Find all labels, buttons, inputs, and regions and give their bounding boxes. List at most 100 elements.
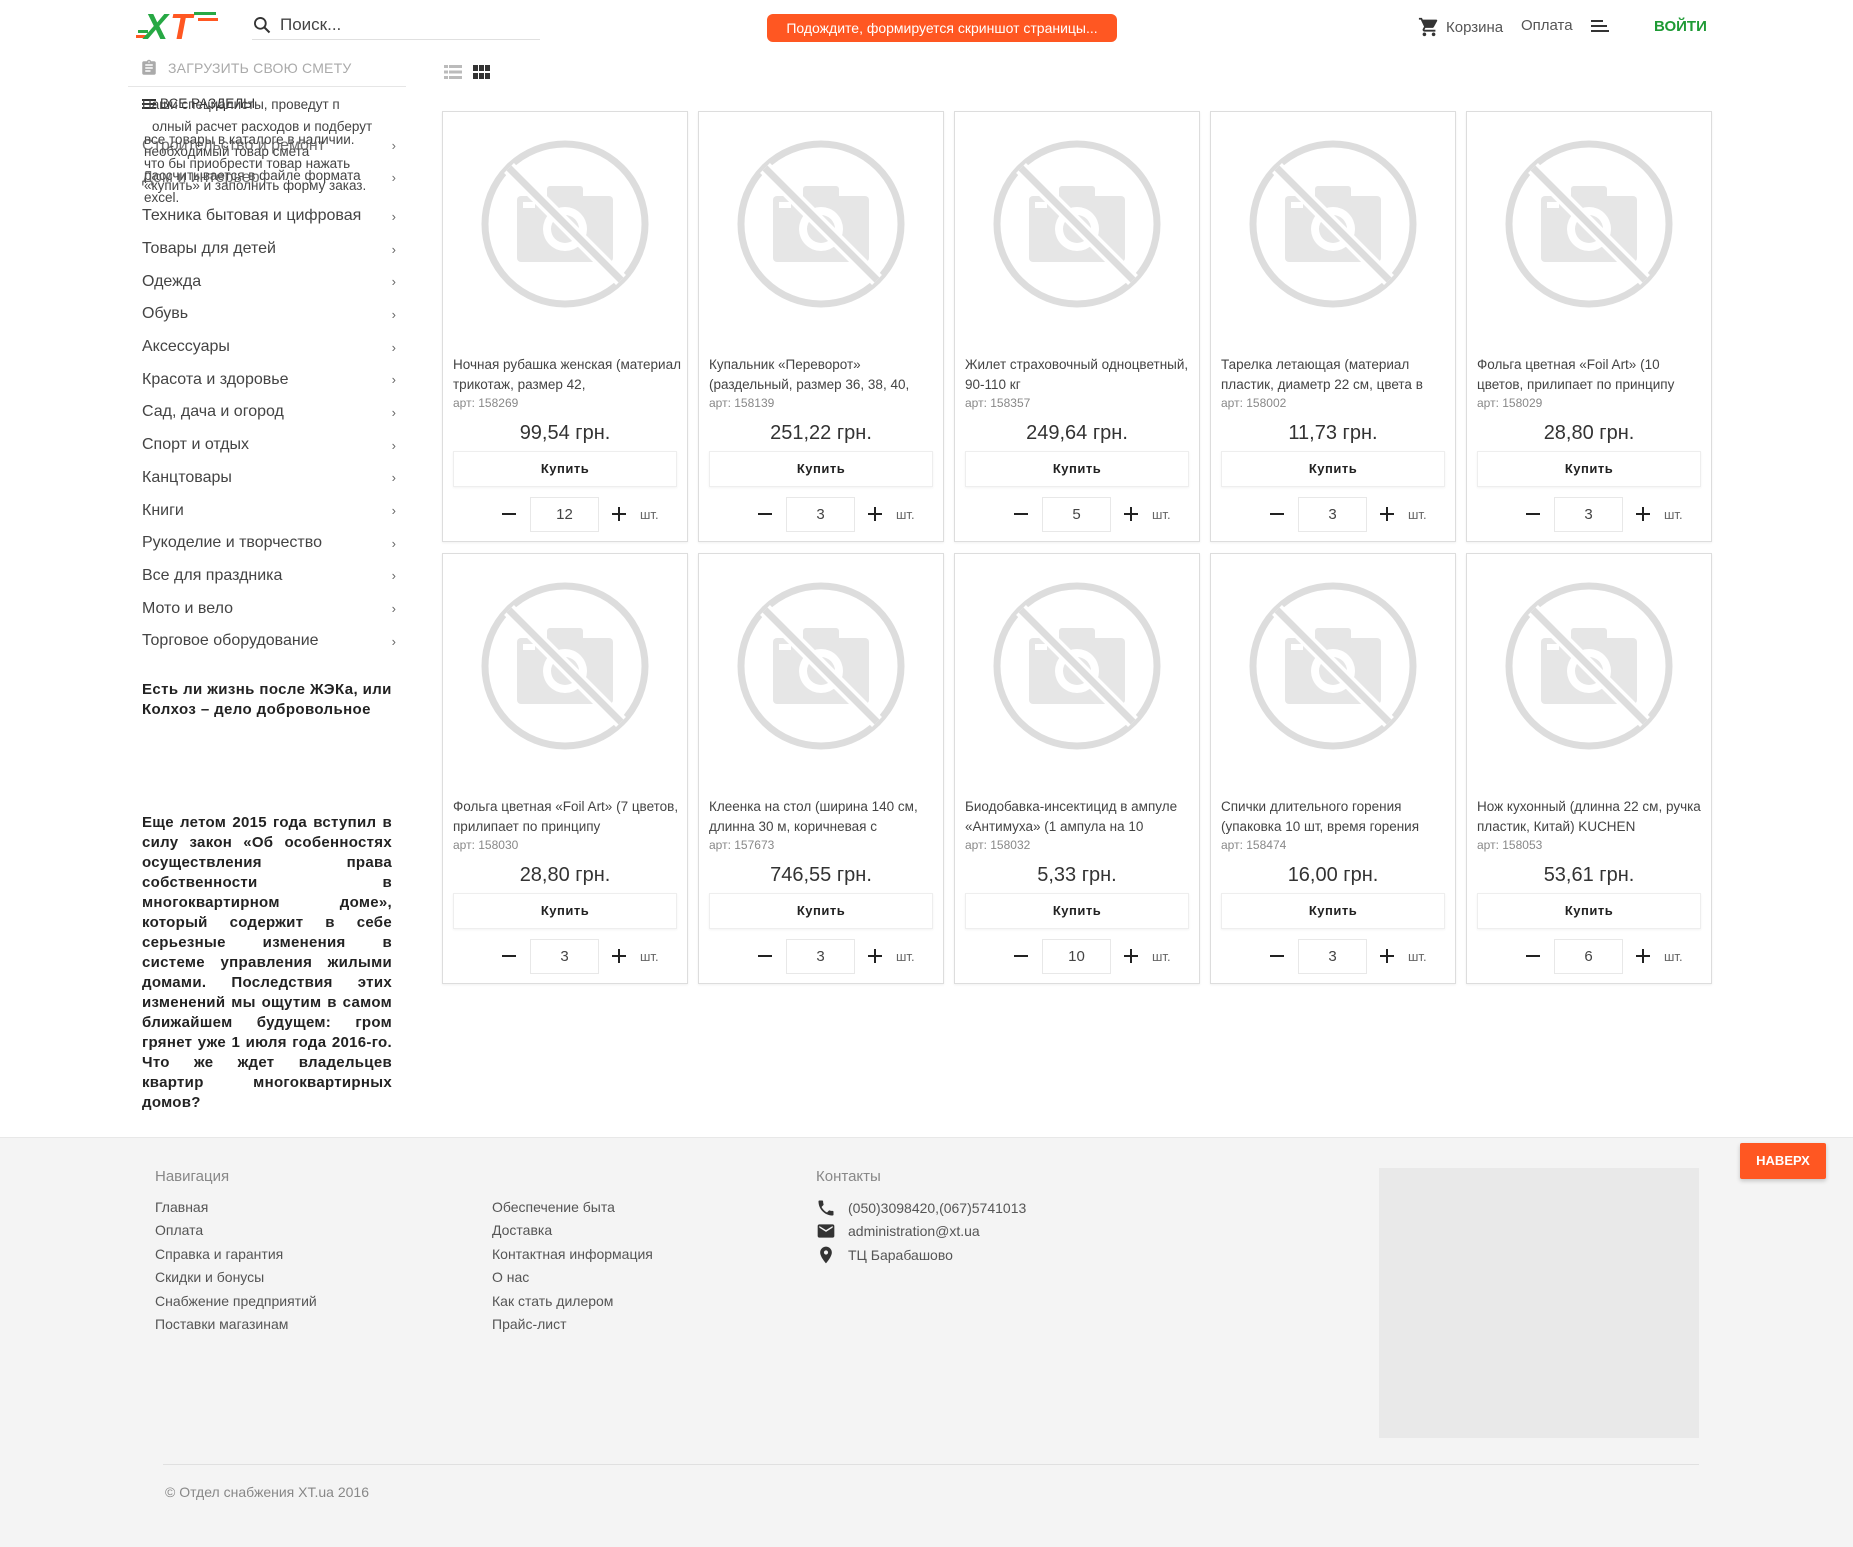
sidebar-category[interactable]: Все для праздника › (142, 560, 398, 593)
product-image[interactable] (991, 138, 1163, 310)
sidebar-category[interactable]: Сад, дача и огород › (142, 396, 398, 429)
buy-button[interactable]: Купить (965, 451, 1189, 487)
minus-icon[interactable] (1267, 946, 1287, 966)
grid-view-toggle[interactable] (473, 64, 490, 85)
plus-icon[interactable] (1377, 504, 1397, 524)
footer-nav-link[interactable]: Доставка (492, 1219, 653, 1242)
quantity-input[interactable]: 12 (530, 497, 599, 532)
quantity-input[interactable]: 3 (786, 497, 855, 532)
sidebar-category[interactable]: Аксессуары › (142, 331, 398, 364)
sidebar-category[interactable]: Торговое оборудование › (142, 625, 398, 658)
quantity-input[interactable]: 6 (1554, 939, 1623, 974)
buy-button[interactable]: Купить (709, 451, 933, 487)
minus-icon[interactable] (755, 504, 775, 524)
footer-nav-link[interactable]: Как стать дилером (492, 1290, 653, 1313)
buy-button[interactable]: Купить (1477, 893, 1701, 929)
minus-icon[interactable] (1011, 504, 1031, 524)
buy-button[interactable]: Купить (1221, 893, 1445, 929)
product-image[interactable] (1247, 138, 1419, 310)
sidebar-category[interactable]: Канцтовары › (142, 462, 398, 495)
quantity-input[interactable]: 10 (1042, 939, 1111, 974)
product-name[interactable]: Купальник «Переворот» (раздельный, разме… (709, 355, 937, 395)
product-image[interactable] (735, 580, 907, 752)
plus-icon[interactable] (865, 946, 885, 966)
list-view-toggle[interactable] (444, 64, 462, 85)
product-image[interactable] (1503, 138, 1675, 310)
product-name[interactable]: Фольга цветная «Foil Art» (10 цветов, пр… (1477, 355, 1705, 395)
minus-icon[interactable] (755, 946, 775, 966)
footer-nav-link[interactable]: О нас (492, 1266, 653, 1289)
product-name[interactable]: Тарелка летающая (материал пластик, диам… (1221, 355, 1449, 395)
sidebar-category[interactable]: Товары для детей › (142, 233, 398, 266)
logo[interactable]: X T (136, 6, 232, 47)
menu-button[interactable] (1591, 18, 1611, 39)
plus-icon[interactable] (609, 946, 629, 966)
product-name[interactable]: Спички длительного горения (упаковка 10 … (1221, 797, 1449, 837)
buy-button[interactable]: Купить (453, 893, 677, 929)
quantity-input[interactable]: 3 (1298, 497, 1367, 532)
footer-nav-link[interactable]: Справка и гарантия (155, 1243, 317, 1266)
plus-icon[interactable] (1377, 946, 1397, 966)
product-image[interactable] (1247, 580, 1419, 752)
login-button[interactable]: ВОЙТИ (1654, 18, 1707, 35)
footer-nav-link[interactable]: Оплата (155, 1219, 317, 1242)
buy-button[interactable]: Купить (965, 893, 1189, 929)
plus-icon[interactable] (1121, 504, 1141, 524)
minus-icon[interactable] (1523, 504, 1543, 524)
payment-link[interactable]: Оплата (1521, 17, 1573, 34)
minus-icon[interactable] (499, 504, 519, 524)
back-to-top-button[interactable]: НАВЕРХ (1740, 1143, 1826, 1179)
product-name[interactable]: Биодобавка-инсектицид в ампуле «Антимуха… (965, 797, 1193, 837)
buy-button[interactable]: Купить (709, 893, 933, 929)
product-name[interactable]: Клеенка на стол (ширина 140 см, длинна 3… (709, 797, 937, 837)
quantity-input[interactable]: 3 (786, 939, 855, 974)
article-title[interactable]: Есть ли жизнь после ЖЭКа, или Колхоз – д… (142, 680, 392, 720)
minus-icon[interactable] (1267, 504, 1287, 524)
product-name[interactable]: Фольга цветная «Foil Art» (7 цветов, при… (453, 797, 681, 837)
sidebar-category[interactable]: Мото и вело › (142, 592, 398, 625)
product-image[interactable] (991, 580, 1163, 752)
product-image[interactable] (479, 580, 651, 752)
quantity-input[interactable]: 3 (1298, 939, 1367, 974)
buy-button[interactable]: Купить (1477, 451, 1701, 487)
sidebar-category[interactable]: Одежда › (142, 265, 398, 298)
sidebar-category[interactable]: Книги › (142, 494, 398, 527)
quantity-input[interactable]: 5 (1042, 497, 1111, 532)
sidebar-category[interactable]: Техника бытовая и цифровая › (142, 200, 398, 233)
contact-phone-text[interactable]: (050)3098420,(067)5741013 (848, 1200, 1026, 1216)
plus-icon[interactable] (609, 504, 629, 524)
sidebar-category[interactable]: Рукоделие и творчество › (142, 527, 398, 560)
cart-link[interactable]: Корзина (1418, 16, 1503, 38)
sidebar-category[interactable]: Строительство и ремонт › (142, 137, 396, 154)
upload-estimate-link[interactable]: ЗАГРУЗИТЬ СВОЮ СМЕТУ (140, 58, 351, 78)
search-input[interactable] (280, 14, 530, 36)
product-image[interactable] (1503, 580, 1675, 752)
plus-icon[interactable] (865, 504, 885, 524)
map-placeholder[interactable] (1379, 1168, 1699, 1438)
quantity-input[interactable]: 3 (1554, 497, 1623, 532)
sidebar-category[interactable]: Обувь › (142, 298, 398, 331)
minus-icon[interactable] (1523, 946, 1543, 966)
plus-icon[interactable] (1121, 946, 1141, 966)
footer-nav-link[interactable]: Главная (155, 1196, 317, 1219)
contact-email-text[interactable]: administration@xt.ua (848, 1223, 980, 1239)
sidebar-category[interactable]: Дом и интерьер › (142, 169, 396, 186)
footer-nav-link[interactable]: Обеспечение быта (492, 1196, 653, 1219)
search-box[interactable] (252, 12, 540, 40)
product-image[interactable] (735, 138, 907, 310)
product-name[interactable]: Жилет страховочный одноцветный, 90-110 к… (965, 355, 1193, 395)
footer-nav-link[interactable]: Снабжение предприятий (155, 1290, 317, 1313)
product-name[interactable]: Нож кухонный (длинна 22 см, ручка пласти… (1477, 797, 1705, 837)
plus-icon[interactable] (1633, 946, 1653, 966)
minus-icon[interactable] (1011, 946, 1031, 966)
footer-nav-link[interactable]: Скидки и бонусы (155, 1266, 317, 1289)
sidebar-category[interactable]: Красота и здоровье › (142, 363, 398, 396)
quantity-input[interactable]: 3 (530, 939, 599, 974)
footer-nav-link[interactable]: Контактная информация (492, 1243, 653, 1266)
plus-icon[interactable] (1633, 504, 1653, 524)
sidebar-category[interactable]: Спорт и отдых › (142, 429, 398, 462)
buy-button[interactable]: Купить (453, 451, 677, 487)
product-name[interactable]: Ночная рубашка женская (материал трикота… (453, 355, 681, 395)
footer-nav-link[interactable]: Прайс-лист (492, 1313, 653, 1336)
footer-nav-link[interactable]: Поставки магазинам (155, 1313, 317, 1336)
